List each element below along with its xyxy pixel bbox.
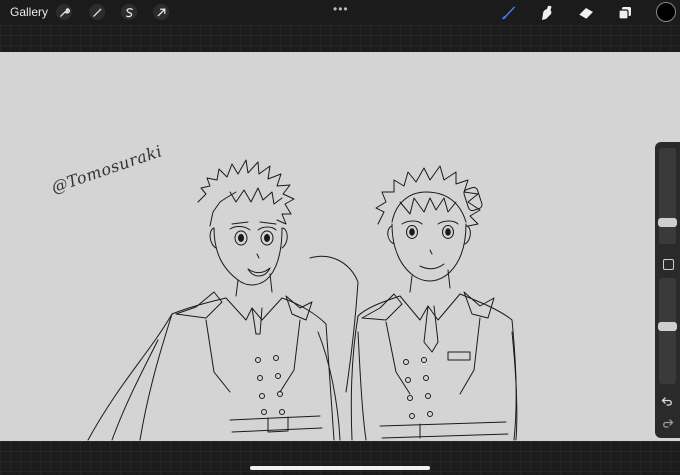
selection-icon[interactable]	[121, 4, 137, 20]
layers-icon[interactable]	[615, 3, 635, 23]
transform-arrow-icon[interactable]	[153, 4, 169, 20]
undo-icon[interactable]	[661, 394, 674, 407]
brush-size-handle[interactable]	[658, 217, 677, 227]
opacity-handle[interactable]	[658, 321, 677, 331]
more-options-icon[interactable]: •••	[333, 2, 349, 16]
brush-sidebar	[655, 142, 680, 438]
brush-icon[interactable]	[498, 3, 518, 23]
eraser-icon[interactable]	[576, 3, 596, 23]
gallery-button[interactable]: Gallery	[10, 5, 48, 19]
line-art-illustration	[87, 159, 518, 441]
top-toolbar: Gallery •••	[0, 0, 680, 25]
wrench-icon[interactable]	[56, 4, 72, 20]
smudge-icon[interactable]	[537, 3, 557, 23]
brush-size-slider[interactable]	[659, 148, 676, 244]
magic-wand-icon[interactable]	[89, 4, 105, 20]
opacity-slider[interactable]	[659, 278, 676, 384]
canvas-margin-top	[0, 25, 680, 52]
modify-button[interactable]	[663, 259, 674, 270]
color-picker-button[interactable]	[657, 3, 675, 21]
redo-icon[interactable]	[661, 416, 674, 429]
home-indicator[interactable]	[250, 466, 430, 470]
